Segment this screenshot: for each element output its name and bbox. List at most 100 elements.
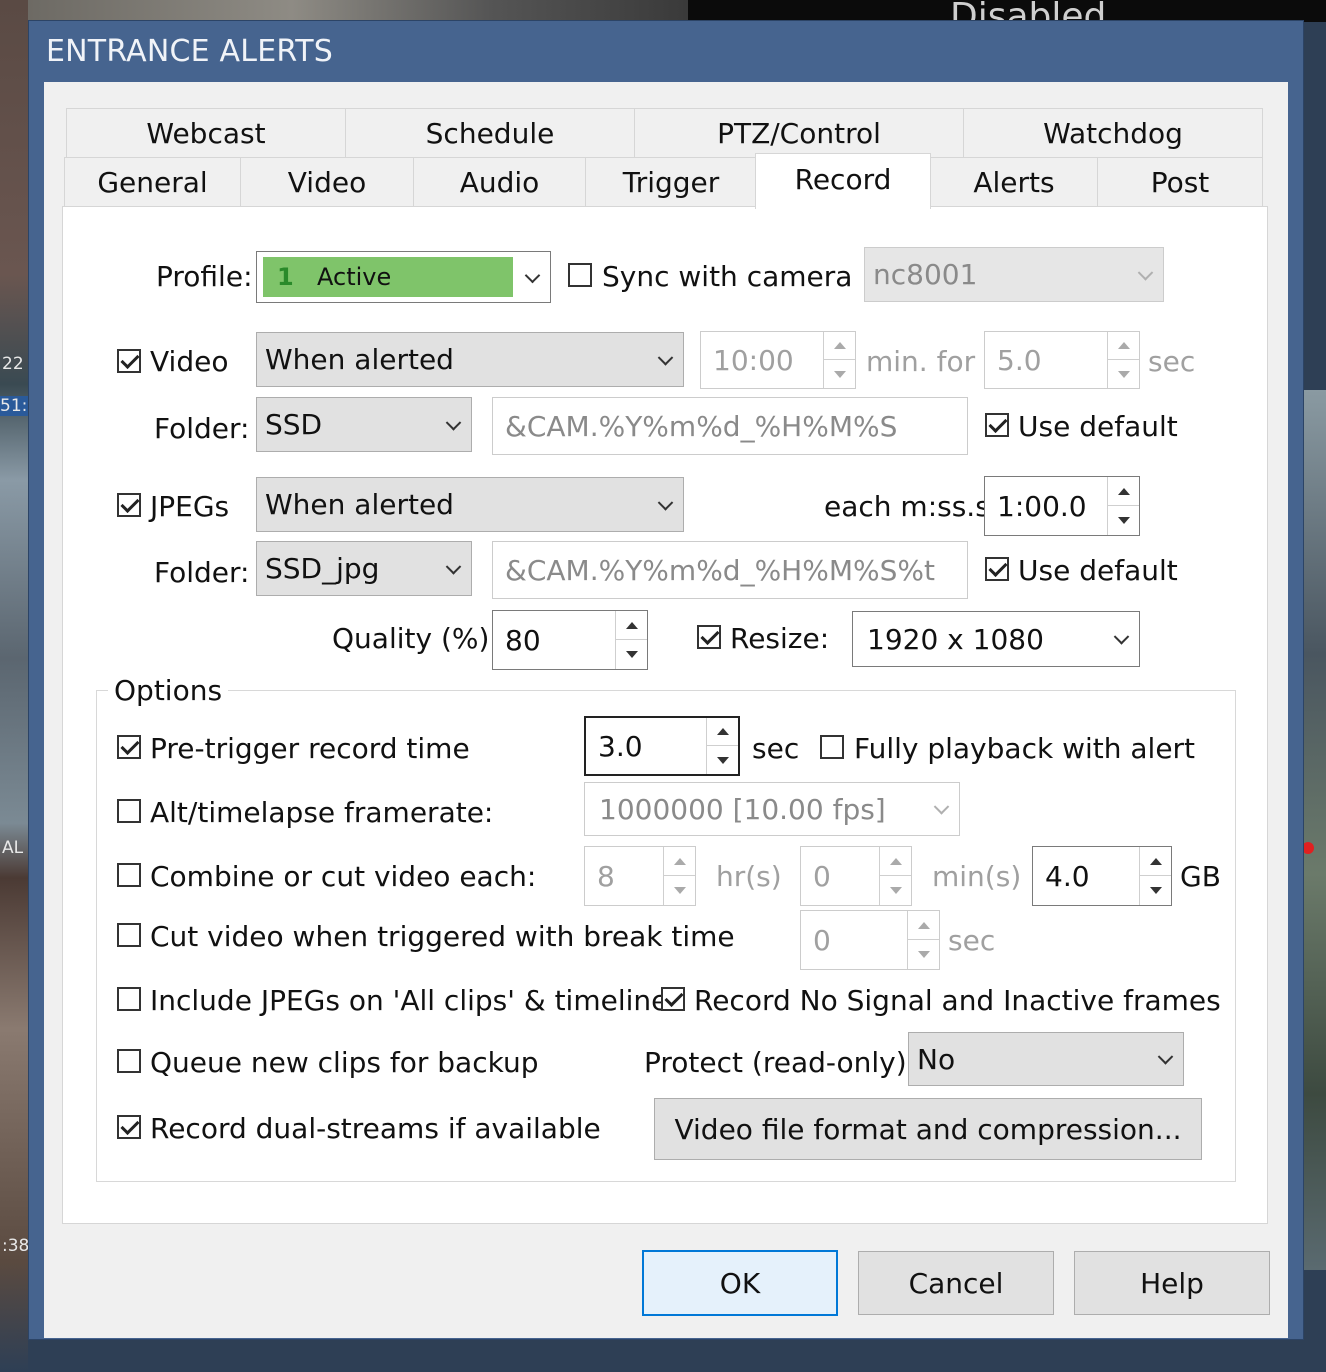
- video-mode-select[interactable]: When alerted: [256, 332, 684, 387]
- combine-gb-unit: GB: [1180, 860, 1221, 893]
- profile-selected-item: 1 Active: [263, 257, 513, 297]
- combine-hours-spinner[interactable]: [663, 847, 695, 905]
- protect-label: Protect (read-only):: [644, 1046, 917, 1079]
- spin-down-icon[interactable]: [616, 640, 647, 669]
- jpegs-each-input[interactable]: 1:00.0: [984, 476, 1140, 536]
- quality-label: Quality (%):: [332, 622, 499, 655]
- spin-down-icon[interactable]: [908, 940, 939, 969]
- video-label: Video: [150, 345, 229, 378]
- jpegs-filename-pattern-input[interactable]: &CAM.%Y%m%d_%H%M%S%t: [492, 541, 968, 599]
- include-jpegs-label: Include JPEGs on 'All clips' & timeline: [150, 984, 669, 1017]
- fully-playback-label: Fully playback with alert: [854, 732, 1196, 765]
- spin-up-icon[interactable]: [908, 911, 939, 940]
- spin-up-icon[interactable]: [880, 847, 911, 876]
- pretrigger-label: Pre-trigger record time: [150, 732, 470, 765]
- record-no-signal-checkbox[interactable]: [661, 987, 685, 1011]
- alt-framerate-checkbox[interactable]: [117, 799, 141, 823]
- include-jpegs-checkbox[interactable]: [117, 987, 141, 1011]
- camera-select-value: nc8001: [873, 258, 978, 291]
- video-folder-select[interactable]: SSD: [256, 397, 472, 452]
- queue-backup-checkbox[interactable]: [117, 1049, 141, 1073]
- pretrigger-spinner[interactable]: [706, 718, 738, 774]
- profile-value: Active: [317, 263, 392, 291]
- jpegs-use-default-checkbox[interactable]: [985, 557, 1009, 581]
- video-use-default-checkbox[interactable]: [985, 413, 1009, 437]
- spin-down-icon[interactable]: [1140, 876, 1171, 905]
- spin-down-icon[interactable]: [880, 876, 911, 905]
- video-for-spinner[interactable]: [1107, 332, 1139, 388]
- spin-up-icon[interactable]: [1140, 847, 1171, 876]
- protect-value: No: [917, 1042, 956, 1076]
- spin-up-icon[interactable]: [664, 847, 695, 876]
- combine-gb-input[interactable]: 4.0: [1032, 846, 1172, 906]
- queue-backup-label: Queue new clips for backup: [150, 1046, 539, 1079]
- jpegs-mode-select[interactable]: When alerted: [256, 477, 684, 532]
- chevron-down-icon: [657, 349, 674, 366]
- cut-triggered-value: 0: [813, 923, 831, 957]
- video-folder-label: Folder:: [154, 412, 250, 445]
- chevron-down-icon: [1157, 1049, 1174, 1065]
- alt-framerate-select[interactable]: 1000000 [10.00 fps]: [584, 782, 960, 836]
- quality-spinner[interactable]: [615, 611, 647, 669]
- pretrigger-input[interactable]: 3.0: [584, 716, 740, 776]
- jpegs-checkbox[interactable]: [117, 493, 141, 517]
- resize-checkbox[interactable]: [697, 625, 721, 649]
- cut-triggered-input[interactable]: 0: [800, 910, 940, 970]
- video-folder-value: SSD: [265, 408, 323, 441]
- video-every-input[interactable]: 10:00: [700, 331, 856, 389]
- spin-up-icon[interactable]: [1108, 332, 1139, 360]
- combine-mins-spinner[interactable]: [879, 847, 911, 905]
- jpegs-label: JPEGs: [150, 490, 230, 523]
- video-every-spinner[interactable]: [823, 332, 855, 388]
- spin-down-icon[interactable]: [707, 746, 738, 774]
- profile-select[interactable]: 1 Active: [256, 251, 551, 303]
- video-for-value: 5.0: [997, 343, 1042, 377]
- cut-triggered-label: Cut video when triggered with break time: [150, 920, 735, 953]
- pretrigger-unit: sec: [752, 732, 800, 765]
- spin-down-icon[interactable]: [1108, 506, 1139, 535]
- chevron-down-icon: [1113, 629, 1130, 645]
- video-for-input[interactable]: 5.0: [984, 331, 1140, 389]
- alt-framerate-value: 1000000 [10.00 fps]: [599, 792, 886, 826]
- jpegs-folder-value: SSD_jpg: [265, 552, 380, 585]
- spin-up-icon[interactable]: [824, 332, 855, 360]
- jpegs-each-spinner[interactable]: [1107, 477, 1139, 535]
- camera-select[interactable]: nc8001: [864, 247, 1164, 302]
- jpegs-mode-value: When alerted: [265, 488, 454, 521]
- alt-framerate-label: Alt/timelapse framerate:: [150, 796, 494, 829]
- spin-up-icon[interactable]: [707, 718, 738, 746]
- combine-hours-value: 8: [597, 859, 615, 893]
- combine-hours-input[interactable]: 8: [584, 846, 696, 906]
- resize-select[interactable]: 1920 x 1080: [852, 611, 1140, 667]
- jpegs-folder-select[interactable]: SSD_jpg: [256, 541, 472, 596]
- pretrigger-value: 3.0: [598, 729, 643, 763]
- video-filename-pattern-input[interactable]: &CAM.%Y%m%d_%H%M%S: [492, 397, 968, 455]
- cut-triggered-checkbox[interactable]: [117, 923, 141, 947]
- chevron-down-icon: [445, 558, 462, 575]
- protect-select[interactable]: No: [908, 1032, 1184, 1086]
- dual-streams-label: Record dual-streams if available: [150, 1112, 601, 1145]
- chevron-down-icon: [524, 267, 541, 284]
- pretrigger-checkbox[interactable]: [117, 735, 141, 759]
- video-checkbox[interactable]: [117, 349, 141, 373]
- combine-label: Combine or cut video each:: [150, 860, 537, 893]
- spin-down-icon[interactable]: [824, 360, 855, 388]
- dual-streams-checkbox[interactable]: [117, 1115, 141, 1139]
- video-mode-value: When alerted: [265, 343, 454, 376]
- spin-up-icon[interactable]: [1108, 477, 1139, 506]
- spin-down-icon[interactable]: [664, 876, 695, 905]
- fully-playback-checkbox[interactable]: [820, 735, 844, 759]
- spin-down-icon[interactable]: [1108, 360, 1139, 388]
- jpegs-filename-pattern-value: &CAM.%Y%m%d_%H%M%S%t: [505, 553, 935, 587]
- combine-gb-spinner[interactable]: [1139, 847, 1171, 905]
- quality-input[interactable]: 80: [492, 610, 648, 670]
- options-group-title: Options: [108, 674, 229, 707]
- combine-mins-input[interactable]: 0: [800, 846, 912, 906]
- combine-checkbox[interactable]: [117, 863, 141, 887]
- quality-value: 80: [505, 623, 541, 657]
- video-format-button[interactable]: Video file format and compression...: [654, 1098, 1202, 1160]
- sync-with-camera-checkbox[interactable]: [568, 263, 592, 287]
- spin-up-icon[interactable]: [616, 611, 647, 640]
- cut-triggered-spinner[interactable]: [907, 911, 939, 969]
- combine-mins-unit: min(s): [932, 860, 1022, 893]
